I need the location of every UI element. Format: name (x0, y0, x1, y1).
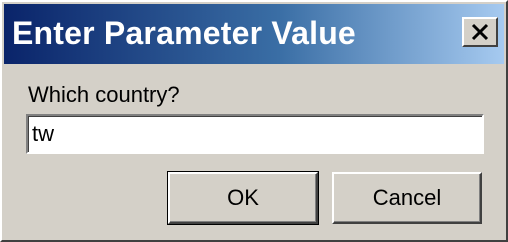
close-button[interactable] (462, 17, 498, 47)
dialog-title: Enter Parameter Value (12, 15, 356, 51)
parameter-dialog: Enter Parameter Value Which country? OK … (0, 0, 508, 242)
parameter-input[interactable] (26, 114, 484, 154)
close-icon (471, 23, 489, 41)
cancel-button[interactable]: Cancel (332, 172, 482, 224)
ok-button[interactable]: OK (167, 171, 319, 225)
prompt-label: Which country? (28, 82, 180, 107)
title-bar[interactable]: Enter Parameter Value (4, 4, 504, 64)
